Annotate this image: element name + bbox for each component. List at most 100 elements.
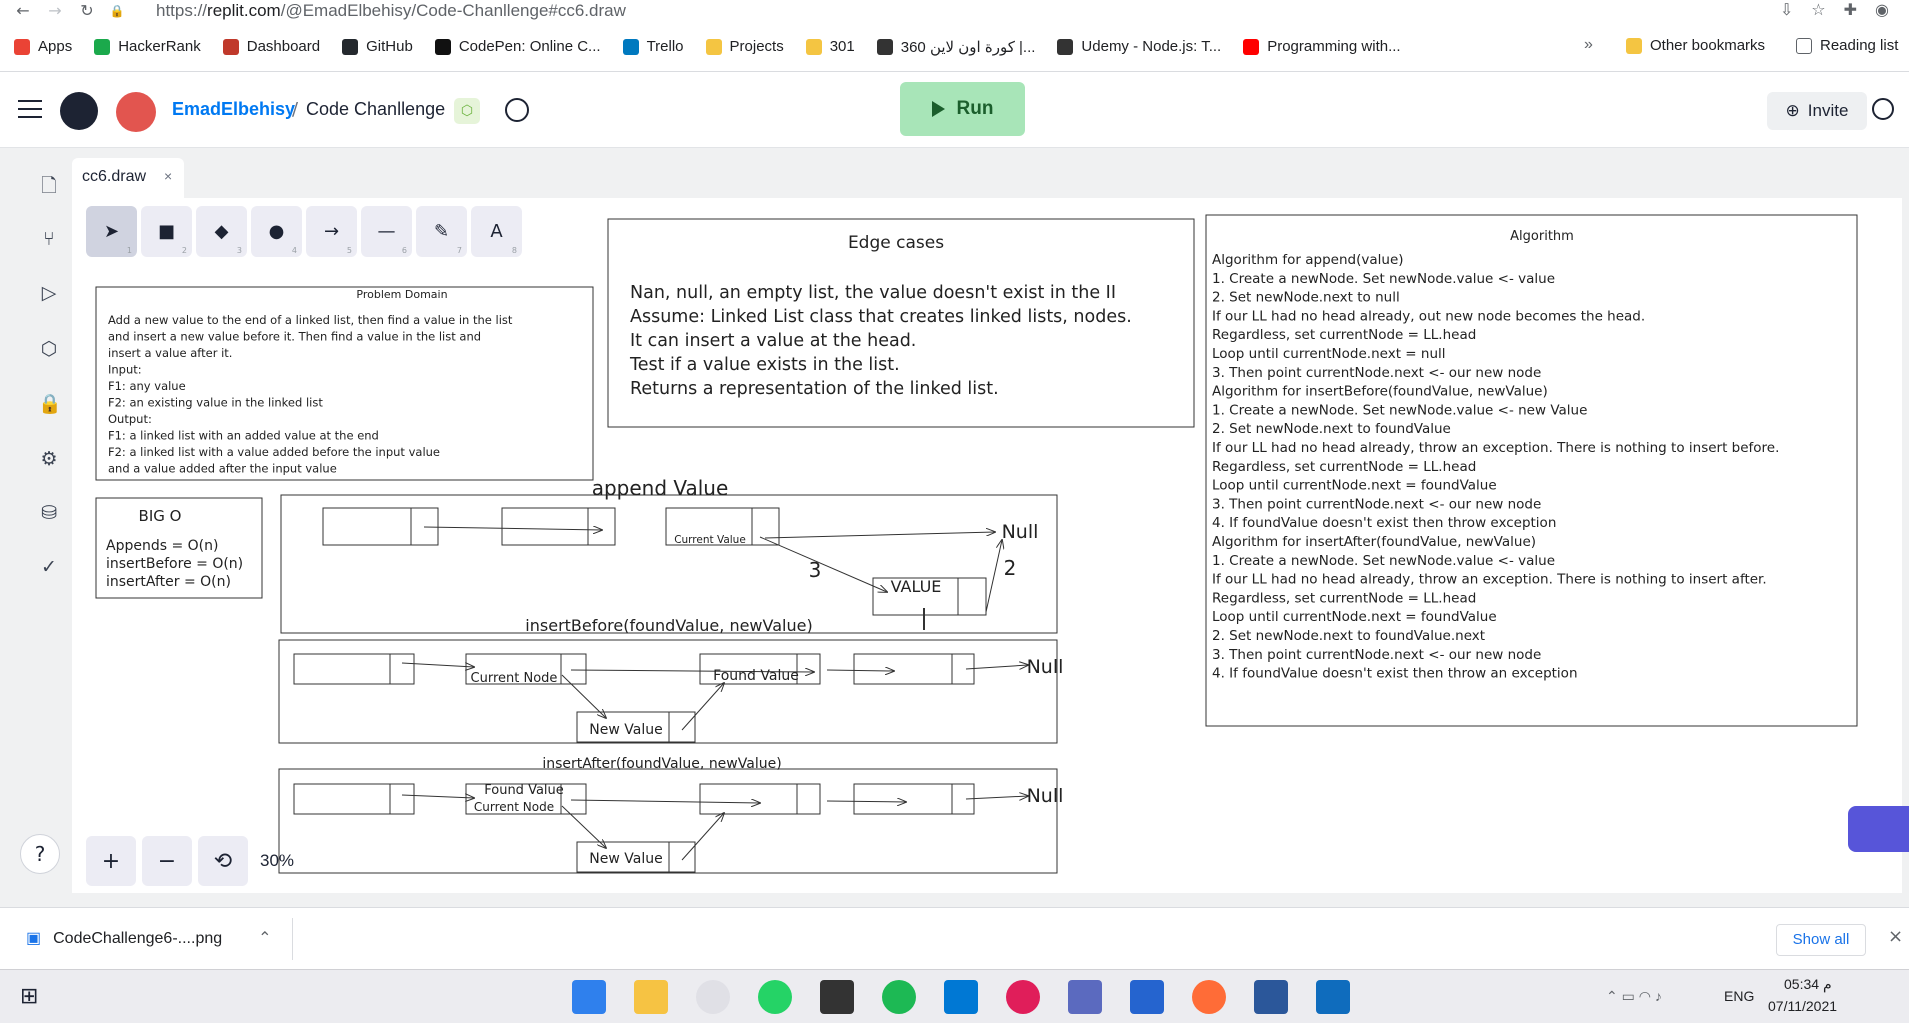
append-step-2-label: 2 [1004, 556, 1017, 580]
tool-rectangle[interactable]: ■ 2 [141, 206, 192, 257]
todo-icon[interactable] [1130, 980, 1164, 1014]
tool-draw[interactable]: ✎ 7 [416, 206, 467, 257]
algorithm-line: 2. Set newNode.next to foundValue.next [1212, 628, 1485, 644]
append-null-label: Null [1002, 521, 1039, 543]
help-button[interactable]: ? [20, 834, 60, 874]
insert-before-null-label: Null [1027, 656, 1064, 678]
insert-before-current-node: Current Node [471, 671, 558, 686]
insert-before-new-value: New Value [589, 722, 662, 738]
postman-icon[interactable] [1192, 980, 1226, 1014]
windows-start-icon[interactable]: ⊞ [20, 984, 38, 1009]
algorithm-line: 1. Create a newNode. Set newNode.value <… [1212, 553, 1555, 569]
file-explorer-icon[interactable] [634, 980, 668, 1014]
algorithm-title: Algorithm [1510, 229, 1574, 244]
word-icon[interactable] [1254, 980, 1288, 1014]
problem-domain-line: Output: [108, 412, 152, 426]
algorithm-line: Loop until currentNode.next = foundValue [1212, 609, 1497, 625]
mail-icon[interactable] [1068, 980, 1102, 1014]
tool-shortcut-number: 2 [181, 246, 187, 255]
downloads-bar: ▣ CodeChallenge6-....png ⌃ Show all × [0, 907, 1909, 969]
append-frame[interactable] [280, 494, 1058, 634]
text-icon: A [490, 221, 503, 242]
clock-time[interactable]: 05:34 م [1784, 976, 1832, 993]
zoom-in-button[interactable]: + [86, 836, 136, 886]
clock-date[interactable]: 07/11/2021 [1768, 998, 1837, 1014]
algorithm-line: Regardless, set currentNode = LL.head [1212, 590, 1476, 606]
tool-select[interactable]: ➤ 1 [86, 206, 137, 257]
algorithm-line: Algorithm for append(value) [1212, 252, 1404, 268]
photos-icon[interactable] [1316, 980, 1350, 1014]
tool-shortcut-number: 3 [236, 246, 242, 255]
arrow-icon: → [323, 221, 340, 242]
algorithm-line: 3. Then point currentNode.next <- our ne… [1212, 496, 1541, 512]
slack-icon[interactable] [1006, 980, 1040, 1014]
tool-shortcut-number: 1 [126, 246, 132, 255]
tool-text[interactable]: A8 [471, 206, 522, 257]
spotify-icon[interactable] [882, 980, 916, 1014]
whatsapp-icon[interactable] [758, 980, 792, 1014]
zoom-out-button[interactable]: − [142, 836, 192, 886]
big-o-line: insertAfter = O(n) [106, 574, 231, 590]
problem-domain-line: F2: an existing value in the linked list [108, 396, 323, 410]
insert-before-title: insertBefore(foundValue, newValue) [525, 616, 812, 635]
tool-diamond[interactable]: ◆ 3 [196, 206, 247, 257]
insert-before-found-value: Found Value [713, 668, 799, 684]
insert-after-frame[interactable] [278, 768, 1058, 874]
select-icon: ➤ [103, 221, 120, 242]
chevron-up-icon[interactable]: ⌃ [258, 930, 271, 947]
insert-after-title: insertAfter(foundValue, newValue) [542, 756, 781, 772]
insert-after-null-label: Null [1027, 785, 1064, 807]
algorithm-line: Regardless, set currentNode = LL.head [1212, 459, 1476, 475]
tool-ellipse[interactable]: ● 4 [251, 206, 302, 257]
algorithm-line: 3. Then point currentNode.next <- our ne… [1212, 365, 1541, 381]
append-title: append Value [592, 476, 729, 500]
zoom-reset-button[interactable]: ⟲ [198, 836, 248, 886]
problem-domain-title: Problem Domain [356, 288, 447, 301]
algorithm-line: Loop until currentNode.next = null [1212, 346, 1446, 362]
algorithm-line: 4. If foundValue doesn't exist then thro… [1212, 666, 1578, 682]
language-indicator[interactable]: ENG [1724, 988, 1754, 1004]
tool-line[interactable]: —6 [361, 206, 412, 257]
big-o-title: BIG O [139, 507, 182, 525]
algorithm-line: 1. Create a newNode. Set newNode.value <… [1212, 271, 1555, 287]
problem-domain-line: F2: a linked list with a value added bef… [108, 445, 440, 459]
edge-case-line: Test if a value exists in the list. [629, 355, 900, 375]
insert-before-frame[interactable] [278, 639, 1058, 744]
chat-button[interactable] [1848, 806, 1909, 852]
tool-shortcut-number: 4 [291, 246, 297, 255]
edge-cases-title: Edge cases [848, 233, 944, 253]
close-downloads-icon[interactable]: × [1888, 926, 1903, 947]
tool-shortcut-number: 7 [456, 246, 462, 255]
algorithm-line: Algorithm for insertBefore(foundValue, n… [1212, 384, 1548, 400]
algorithm-line: Loop until currentNode.next = foundValue [1212, 478, 1497, 494]
download-item[interactable]: ▣ CodeChallenge6-....png ⌃ [26, 928, 272, 948]
big-o-line: insertBefore = O(n) [106, 556, 243, 572]
algorithm-line: 3. Then point currentNode.next <- our ne… [1212, 647, 1541, 663]
terminal-icon[interactable] [820, 980, 854, 1014]
tool-shortcut-number: 8 [511, 246, 517, 255]
problem-domain-line: insert a value after it. [108, 346, 232, 360]
outlook-icon[interactable] [944, 980, 978, 1014]
algorithm-line: 2. Set newNode.next to null [1212, 290, 1400, 306]
windows-taskbar: ⊞ ⌃ ▭ ◠ ♪ ENG 05:34 م 07/11/2021 [0, 969, 1909, 1023]
rectangle-icon: ■ [157, 221, 175, 242]
append-current-value-label: Current Value [674, 534, 746, 546]
problem-domain-line: F1: a linked list with an added value at… [108, 429, 379, 443]
edge-case-line: Returns a representation of the linked l… [630, 379, 999, 399]
tool-arrow[interactable]: → 5 [306, 206, 357, 257]
chrome-icon[interactable] [696, 980, 730, 1014]
tool-shortcut-number: 5 [346, 246, 352, 255]
algorithm-line: 1. Create a newNode. Set newNode.value <… [1212, 402, 1587, 418]
tray-icons[interactable]: ⌃ ▭ ◠ ♪ [1606, 988, 1662, 1005]
big-o-line: Appends = O(n) [106, 538, 218, 554]
diamond-icon: ◆ [214, 221, 229, 242]
line-icon: — [377, 221, 396, 242]
edge-case-line: It can insert a value at the head. [630, 331, 916, 351]
problem-domain-line: F1: any value [108, 379, 186, 393]
vscode-icon[interactable] [572, 980, 606, 1014]
algorithm-line: Regardless, set currentNode = LL.head [1212, 327, 1476, 343]
show-all-button[interactable]: Show all [1776, 924, 1866, 956]
problem-domain-line: Add a new value to the end of a linked l… [108, 313, 513, 327]
ellipse-icon: ● [268, 221, 285, 242]
insert-after-current-node: Current Node [474, 800, 554, 814]
